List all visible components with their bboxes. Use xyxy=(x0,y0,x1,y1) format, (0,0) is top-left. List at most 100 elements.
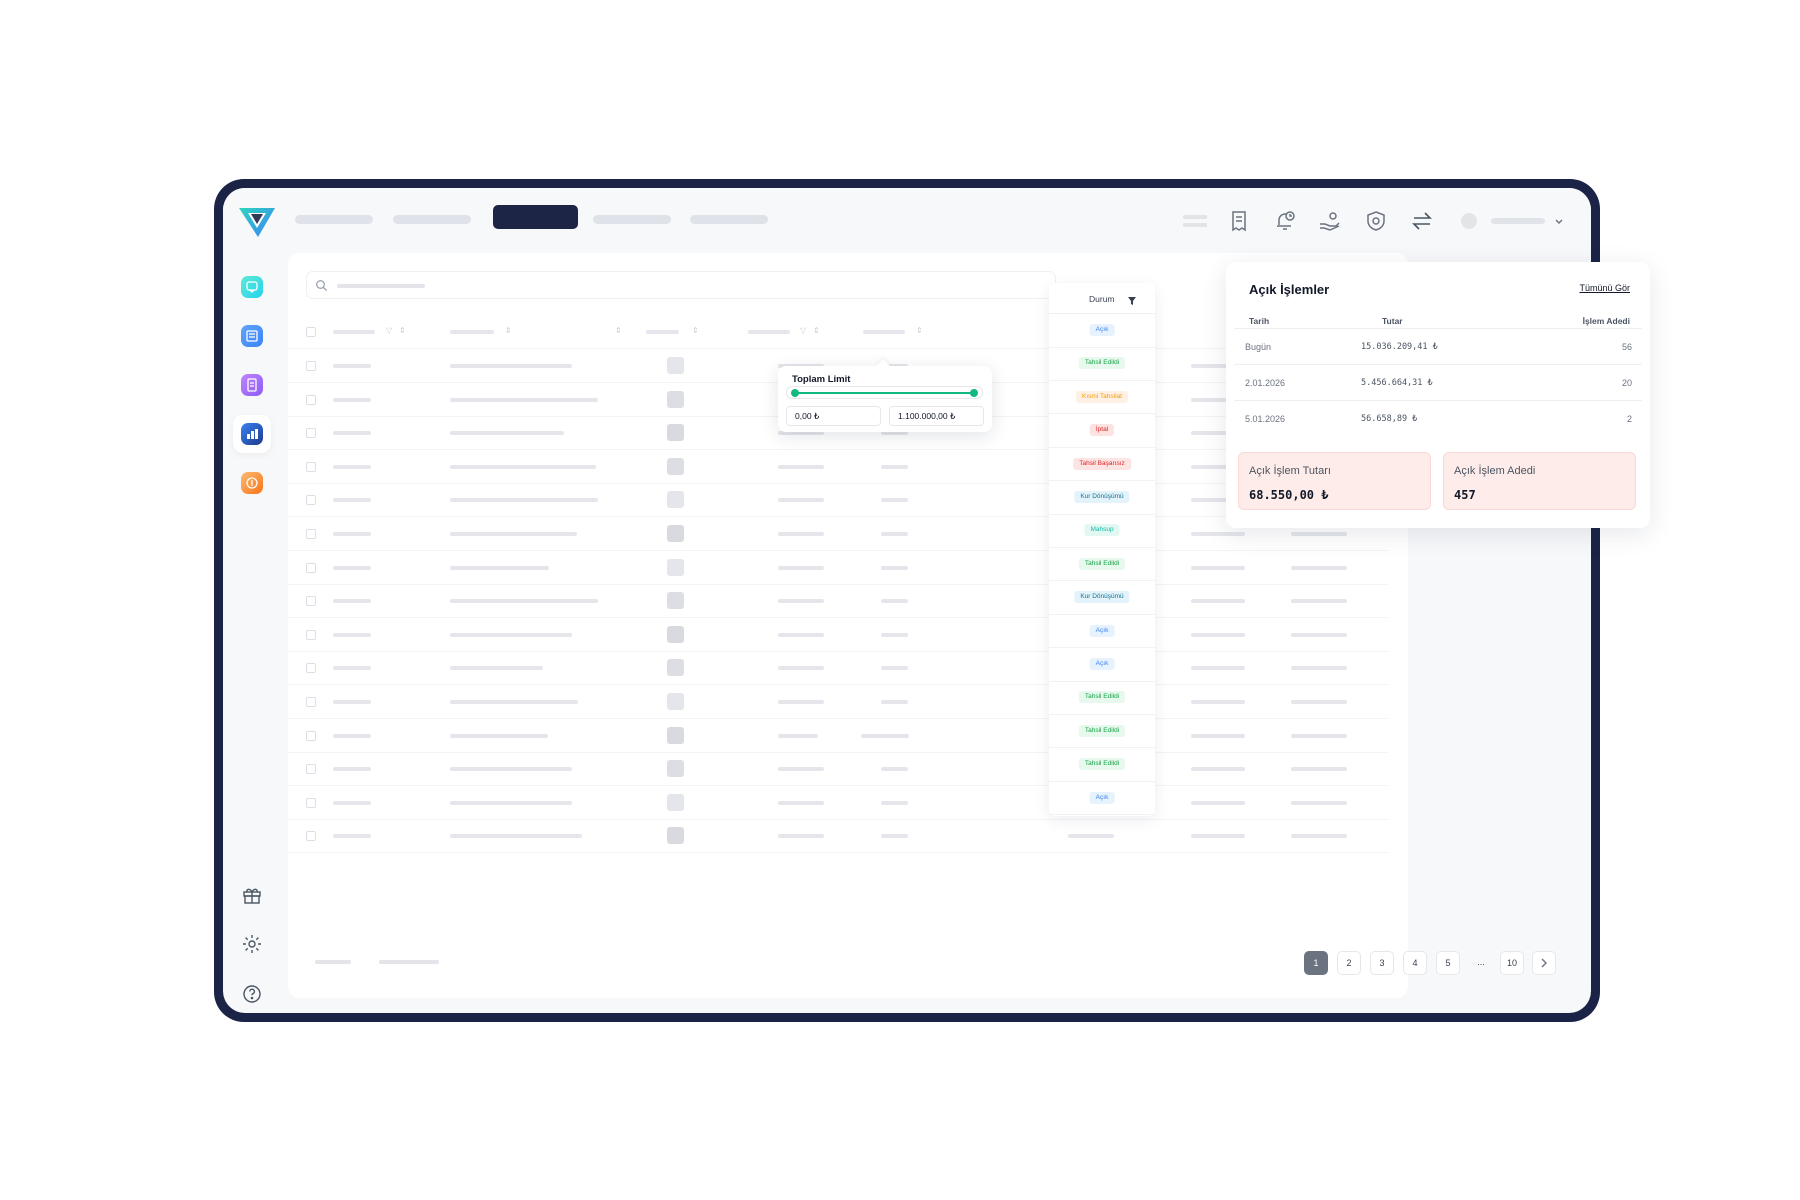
notification-clock-icon[interactable] xyxy=(1273,209,1297,233)
row-cell xyxy=(1191,532,1245,536)
row-checkbox[interactable] xyxy=(306,764,316,775)
limit-min-input[interactable]: 0,00 ₺ xyxy=(786,406,881,426)
row-checkbox[interactable] xyxy=(306,428,316,439)
row-checkbox[interactable] xyxy=(306,596,316,607)
top-bar xyxy=(223,188,1591,252)
gear-icon[interactable] xyxy=(241,933,263,955)
row-checkbox[interactable] xyxy=(306,831,316,842)
gift-icon[interactable] xyxy=(241,884,263,906)
sort-icon[interactable]: ⇕ xyxy=(505,326,512,335)
avatar[interactable] xyxy=(1461,213,1477,229)
page-button[interactable]: 1 xyxy=(1304,951,1328,975)
row-checkbox[interactable] xyxy=(306,797,316,808)
receipt-icon[interactable] xyxy=(1227,209,1251,233)
row-checkbox[interactable] xyxy=(306,461,316,472)
hand-money-icon[interactable] xyxy=(1318,209,1342,233)
page-button[interactable]: 5 xyxy=(1436,951,1460,975)
coin-icon[interactable] xyxy=(241,472,263,494)
limit-max-input[interactable]: 1.100.000,00 ₺ xyxy=(889,406,984,426)
next-page-icon[interactable] xyxy=(1532,951,1556,975)
table-row[interactable] xyxy=(288,752,1388,787)
table-row[interactable] xyxy=(288,517,1388,551)
sort-icon[interactable]: ⇕ xyxy=(692,326,699,335)
status-cell: Tahsil Edildi xyxy=(1049,548,1155,582)
table-row[interactable] xyxy=(288,551,1388,585)
filter-icon[interactable] xyxy=(1127,293,1137,305)
table-row[interactable] xyxy=(288,719,1388,753)
list-icon[interactable] xyxy=(241,325,263,347)
shield-icon[interactable] xyxy=(1364,209,1388,233)
filter-icon[interactable]: ▽ xyxy=(800,326,806,335)
row-checkbox[interactable] xyxy=(306,394,316,405)
page-size-selector[interactable] xyxy=(379,960,439,964)
row-checkbox[interactable] xyxy=(306,629,316,640)
row-cell xyxy=(450,565,549,570)
row-cell xyxy=(881,599,908,604)
page-button[interactable]: 10 xyxy=(1500,951,1524,975)
table-row[interactable] xyxy=(288,450,1388,484)
row-cell xyxy=(881,666,908,671)
chevron-down-icon[interactable] xyxy=(1553,214,1565,226)
slider-min-handle[interactable] xyxy=(791,389,799,397)
document-icon[interactable] xyxy=(241,374,263,396)
row-thumbnail xyxy=(667,457,684,475)
open-transaction-row[interactable]: 2.01.2026 5.456.664,31 ₺ 20 xyxy=(1234,364,1642,400)
table-row[interactable] xyxy=(288,651,1388,686)
row-cell xyxy=(333,397,371,402)
table-row[interactable] xyxy=(288,685,1388,719)
row-thumbnail xyxy=(667,659,684,677)
table-row[interactable] xyxy=(288,584,1388,619)
column-header[interactable] xyxy=(450,330,494,334)
menu-icon[interactable] xyxy=(1183,209,1209,233)
sidebar-item-active[interactable] xyxy=(233,415,271,453)
row-checkbox[interactable] xyxy=(306,730,316,741)
filter-icon[interactable]: ▽ xyxy=(386,326,392,335)
sort-icon[interactable]: ⇕ xyxy=(916,326,923,335)
nav-item-2[interactable] xyxy=(393,215,471,224)
sort-icon[interactable]: ⇕ xyxy=(813,326,820,335)
open-transaction-row[interactable]: 5.01.2026 56.658,89 ₺ 2 xyxy=(1234,400,1642,436)
date-column-header: Tarih xyxy=(1249,316,1270,326)
row-checkbox[interactable] xyxy=(306,529,316,539)
row-thumbnail xyxy=(667,357,684,374)
nav-item-active[interactable] xyxy=(493,205,578,229)
column-header[interactable] xyxy=(646,330,679,334)
sort-icon[interactable]: ⇕ xyxy=(399,326,406,335)
limit-range-slider[interactable] xyxy=(786,386,983,399)
status-column-header[interactable]: Durum xyxy=(1049,283,1155,314)
page-button[interactable]: 2 xyxy=(1337,951,1361,975)
table-row[interactable] xyxy=(288,618,1388,652)
app-logo[interactable] xyxy=(237,202,277,240)
transaction-amount: 5.456.664,31 ₺ xyxy=(1361,378,1433,388)
row-cell xyxy=(1191,632,1245,637)
help-icon[interactable] xyxy=(241,983,263,1005)
status-badge: Mahsup xyxy=(1084,524,1120,537)
column-header[interactable] xyxy=(748,330,790,334)
slider-max-handle[interactable] xyxy=(970,389,978,397)
nav-item-1[interactable] xyxy=(295,215,373,224)
row-cell xyxy=(881,498,908,503)
table-row[interactable] xyxy=(288,483,1388,518)
row-checkbox[interactable] xyxy=(306,562,316,573)
select-all-checkbox[interactable] xyxy=(306,327,316,337)
transfer-icon[interactable] xyxy=(1410,209,1434,233)
chat-icon[interactable] xyxy=(241,276,263,298)
open-transaction-row[interactable]: Bugün 15.036.209,41 ₺ 56 xyxy=(1234,328,1642,364)
row-checkbox[interactable] xyxy=(306,361,316,371)
column-header[interactable] xyxy=(863,330,905,334)
table-row[interactable] xyxy=(288,819,1388,854)
page-button[interactable]: 3 xyxy=(1370,951,1394,975)
limit-filter-title: Toplam Limit xyxy=(792,374,851,385)
search-input[interactable] xyxy=(306,271,1056,299)
page-button[interactable]: 4 xyxy=(1403,951,1427,975)
user-name-placeholder[interactable] xyxy=(1491,218,1545,224)
row-checkbox[interactable] xyxy=(306,663,316,674)
nav-item-4[interactable] xyxy=(593,215,671,224)
row-checkbox[interactable] xyxy=(306,697,316,707)
nav-item-5[interactable] xyxy=(690,215,768,224)
column-header[interactable] xyxy=(333,330,375,334)
see-all-link[interactable]: Tümünü Gör xyxy=(1579,283,1630,293)
row-checkbox[interactable] xyxy=(306,495,316,506)
table-row[interactable] xyxy=(288,786,1388,820)
sort-icon[interactable]: ⇕ xyxy=(615,326,622,335)
